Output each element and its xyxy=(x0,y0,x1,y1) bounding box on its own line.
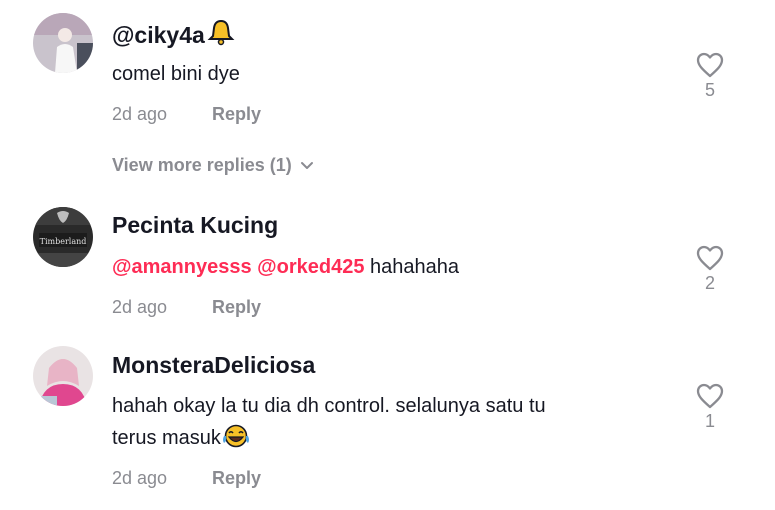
heart-icon[interactable] xyxy=(696,52,724,78)
comment-author[interactable]: MonsteraDeliciosa xyxy=(112,352,315,379)
chevron-down-icon[interactable] xyxy=(300,161,314,171)
heart-icon[interactable] xyxy=(696,245,724,271)
like-button[interactable]: 1 xyxy=(693,383,727,432)
avatar[interactable]: Timberland xyxy=(33,207,93,267)
mention-link[interactable]: @amannyesss xyxy=(112,256,252,278)
like-count: 1 xyxy=(704,411,715,431)
comment-item: MonsteraDeliciosa hahah okay la tu dia d… xyxy=(0,340,775,510)
heart-icon[interactable] xyxy=(696,383,724,409)
avatar[interactable] xyxy=(33,346,93,406)
tears-of-joy-emoji-icon xyxy=(222,424,250,458)
comment-text-line: hahah okay la tu dia dh control. selalun… xyxy=(112,395,546,417)
comment-author[interactable]: @ciky4a xyxy=(112,18,235,52)
bell-emoji-icon xyxy=(207,18,235,52)
like-button[interactable]: 2 xyxy=(693,245,727,294)
comment-text: @amannyesss @orked425 hahahaha xyxy=(112,251,672,283)
reply-button[interactable]: Reply xyxy=(212,468,261,489)
author-name[interactable]: @ciky4a xyxy=(112,22,205,48)
svg-text:Timberland: Timberland xyxy=(40,237,87,246)
comment-text-segment: hahahaha xyxy=(364,256,460,278)
like-button[interactable]: 5 xyxy=(693,52,727,101)
comment-time: 2d ago xyxy=(112,104,168,124)
comment-text: hahah okay la tu dia dh control. selalun… xyxy=(112,390,672,458)
comment-item: @ciky4a comel bini dye 2d ago Reply 5 Vi… xyxy=(0,0,775,190)
comment-item: Timberland Pecinta Kucing @amannyesss @o… xyxy=(0,200,775,330)
avatar[interactable] xyxy=(33,13,93,73)
comment-text-segment: comel bini dye xyxy=(112,63,240,85)
comment-author[interactable]: Pecinta Kucing xyxy=(112,212,278,239)
mention-link[interactable]: @orked425 xyxy=(257,256,364,278)
view-more-replies-button[interactable]: View more replies (1) xyxy=(112,155,314,176)
comment-time: 2d ago xyxy=(112,468,168,488)
reply-button[interactable]: Reply xyxy=(212,297,261,318)
like-count: 2 xyxy=(704,273,715,293)
like-count: 5 xyxy=(704,80,715,100)
comment-text: comel bini dye xyxy=(112,58,672,90)
comment-text-line: terus masuk xyxy=(112,422,672,458)
comment-text-segment: terus masuk xyxy=(112,427,221,449)
view-more-label[interactable]: View more replies (1) xyxy=(112,155,292,175)
comment-time: 2d ago xyxy=(112,297,168,317)
reply-button[interactable]: Reply xyxy=(212,104,261,125)
